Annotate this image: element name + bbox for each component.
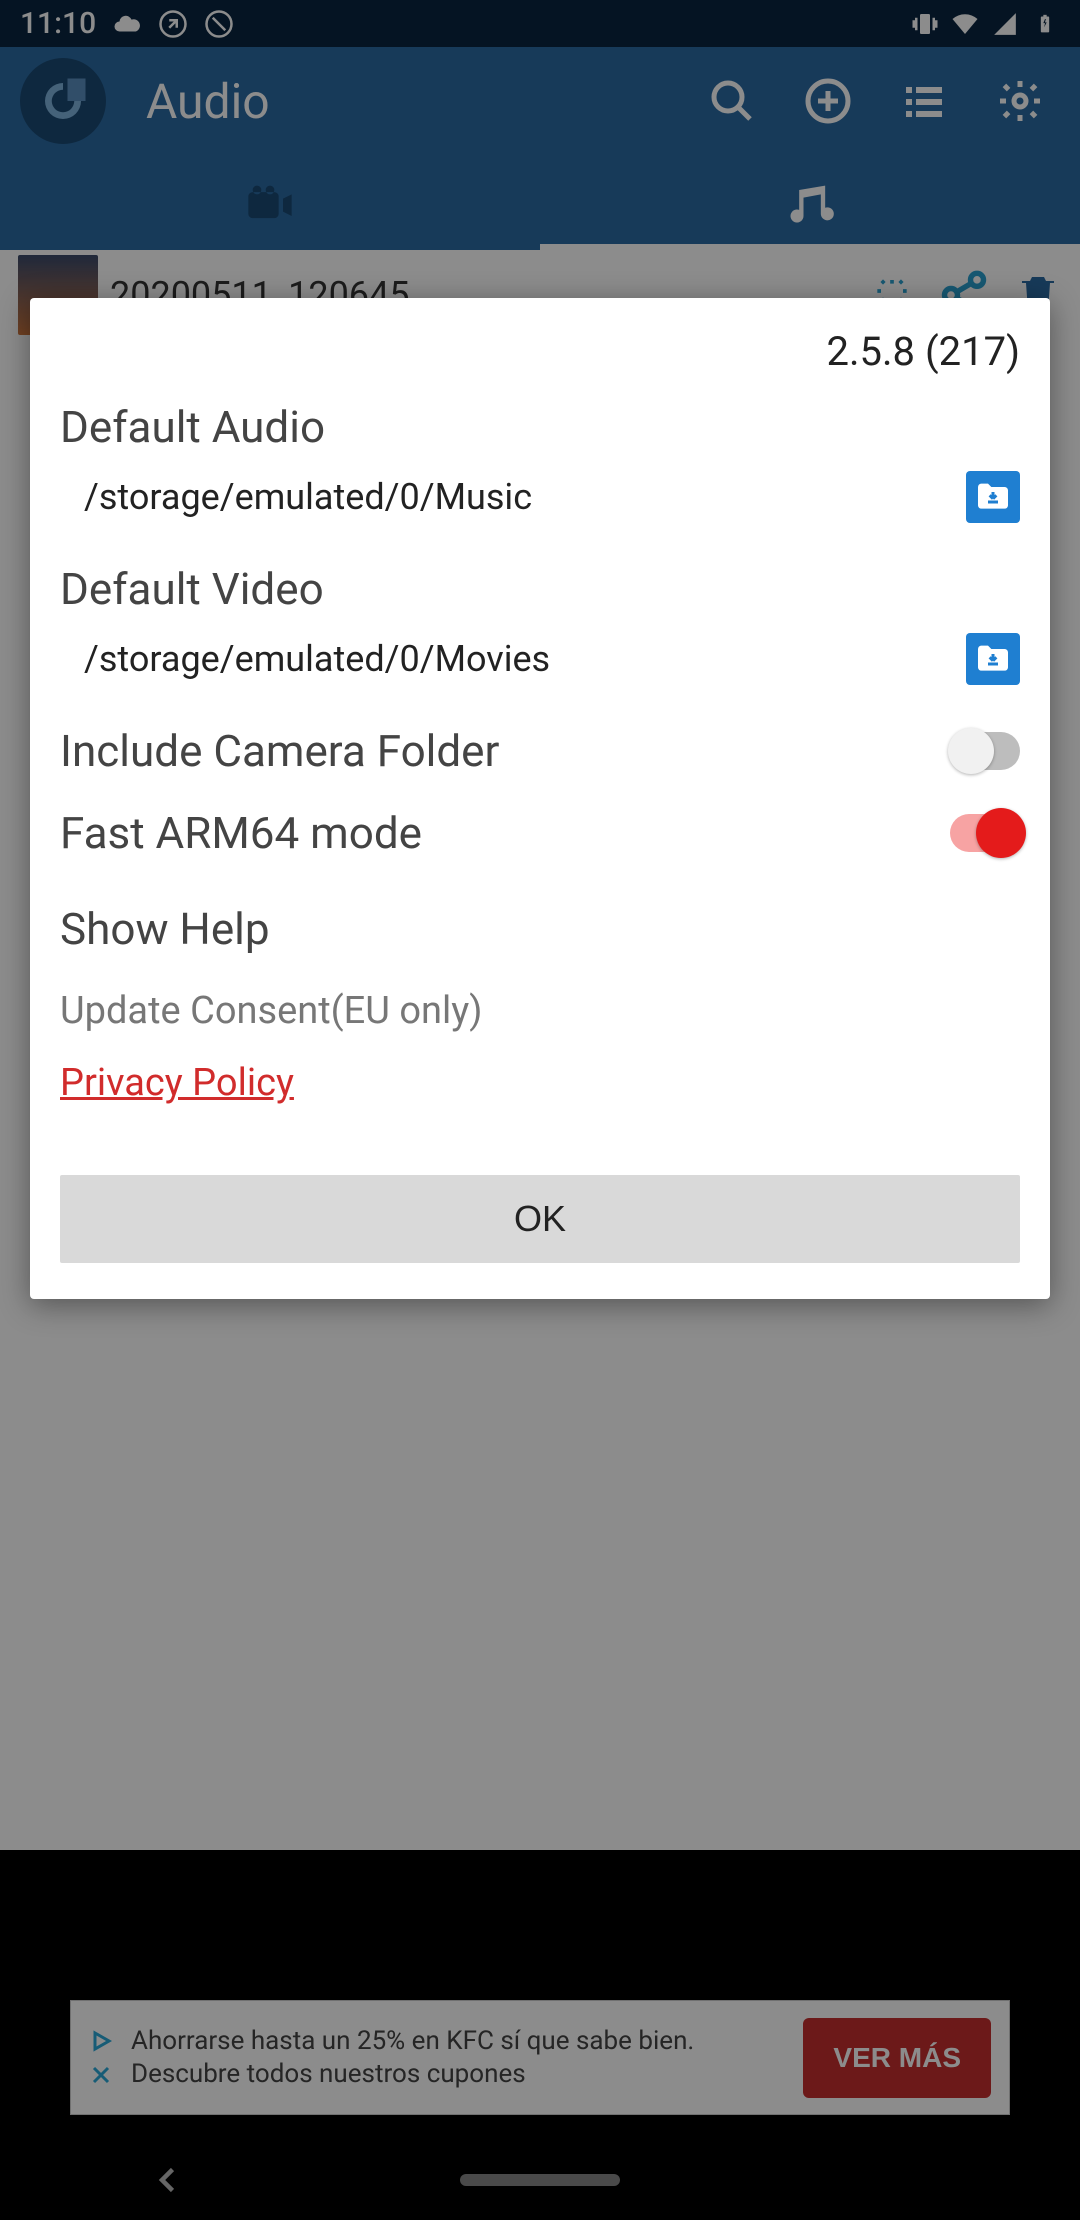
ok-button[interactable]: OK bbox=[60, 1175, 1020, 1263]
settings-dialog: 2.5.8 (217) Default Audio /storage/emula… bbox=[30, 298, 1050, 1299]
browse-audio-folder-icon[interactable] bbox=[966, 471, 1020, 523]
default-video-path: /storage/emulated/0/Movies bbox=[60, 638, 966, 680]
show-help-link[interactable]: Show Help bbox=[60, 903, 1020, 955]
default-video-title: Default Video bbox=[60, 563, 1020, 615]
version-label: 2.5.8 (217) bbox=[60, 328, 1020, 375]
fast-arm64-toggle[interactable] bbox=[950, 814, 1020, 852]
default-audio-path: /storage/emulated/0/Music bbox=[60, 476, 966, 518]
browse-video-folder-icon[interactable] bbox=[966, 633, 1020, 685]
include-camera-toggle[interactable] bbox=[950, 732, 1020, 770]
fast-arm64-label: Fast ARM64 mode bbox=[60, 807, 950, 859]
update-consent-link[interactable]: Update Consent(EU only) bbox=[60, 989, 1020, 1033]
default-audio-title: Default Audio bbox=[60, 401, 1020, 453]
privacy-policy-link[interactable]: Privacy Policy bbox=[60, 1061, 294, 1105]
include-camera-label: Include Camera Folder bbox=[60, 725, 950, 777]
